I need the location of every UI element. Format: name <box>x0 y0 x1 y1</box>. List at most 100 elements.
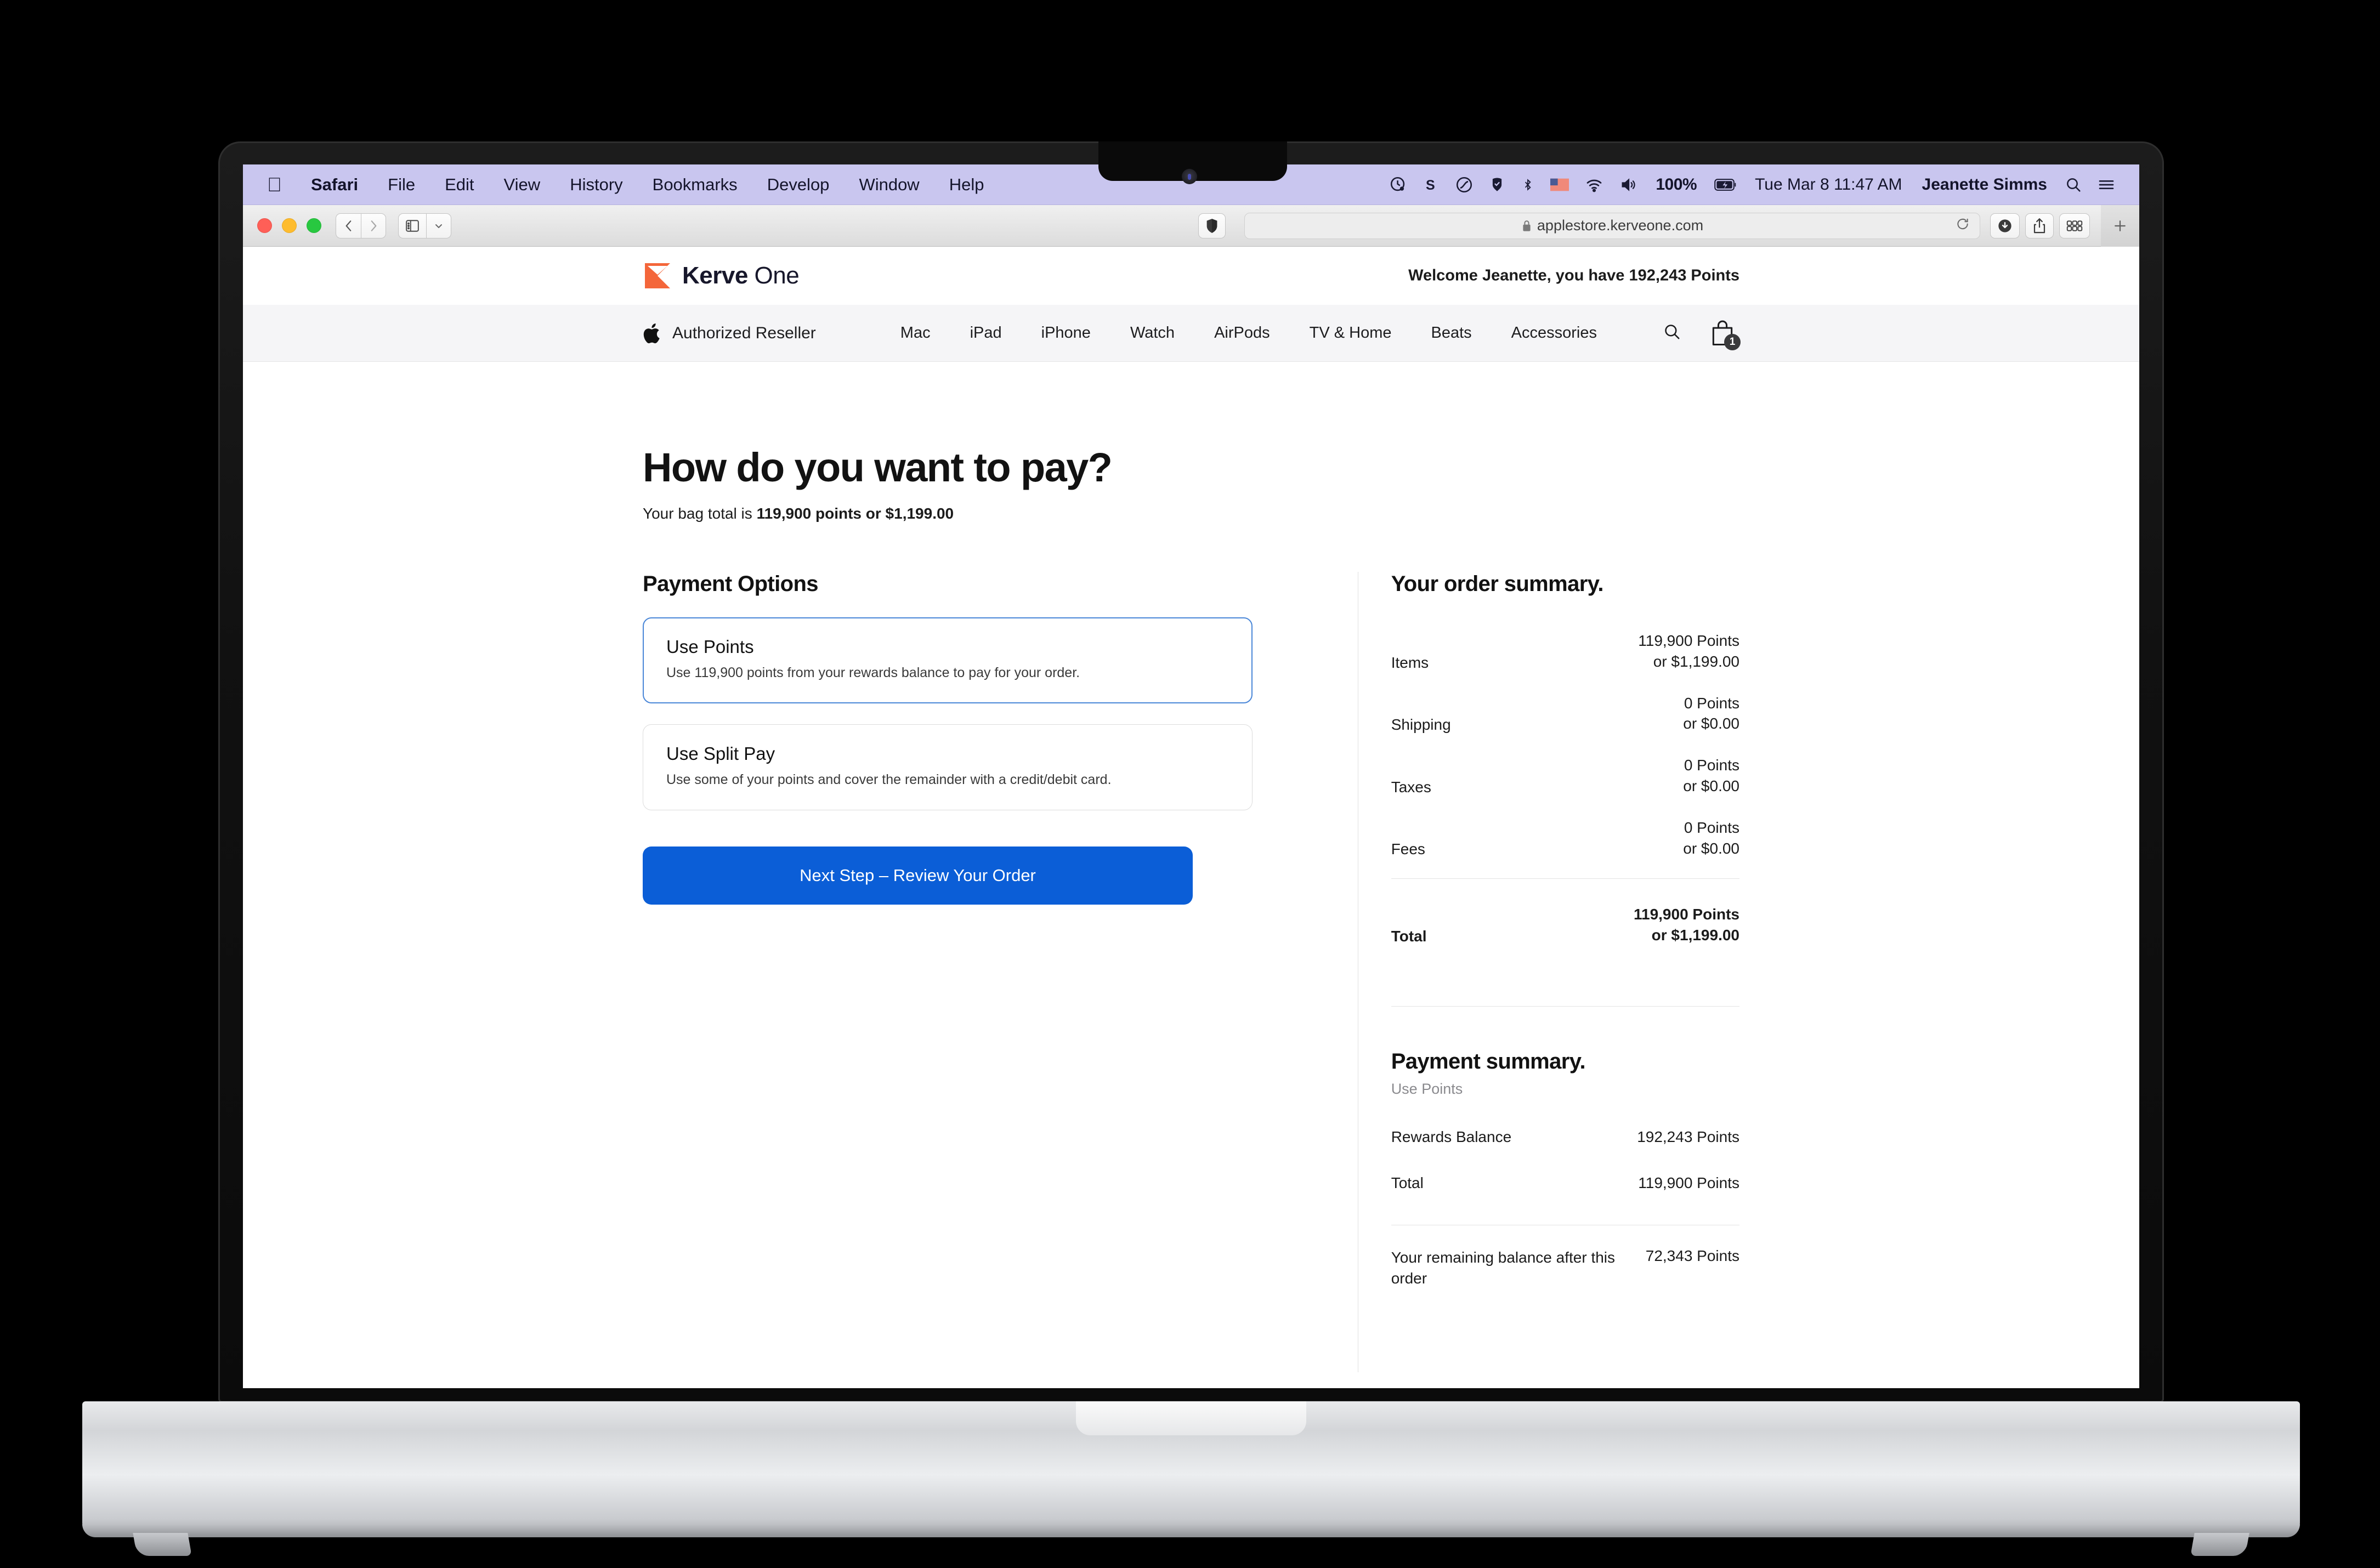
summary-row-taxes: Taxes 0 Points or $0.00 <box>1391 747 1739 810</box>
window-controls <box>257 218 321 233</box>
row-value: 192,243 Points <box>1637 1128 1739 1145</box>
option-title: Use Split Pay <box>666 743 775 764</box>
keyboard-flag-icon[interactable] <box>1543 178 1577 191</box>
site-header: Kerve One Welcome Jeanette, you have 192… <box>243 247 2139 305</box>
address-bar[interactable]: applestore.kerveone.com <box>1244 212 1980 239</box>
battery-charging-icon[interactable] <box>1707 177 1745 192</box>
nav-item-tv-home[interactable]: TV & Home <box>1290 324 1412 342</box>
menu-item-view[interactable]: View <box>489 175 556 195</box>
nav-item-accessories[interactable]: Accessories <box>1492 324 1617 342</box>
dropbox-icon[interactable] <box>1481 175 1513 194</box>
row-value: 119,900 Points or $1,199.00 <box>1633 906 1739 944</box>
nav-item-beats[interactable]: Beats <box>1411 324 1491 342</box>
search-icon[interactable] <box>2057 176 2090 194</box>
menu-item-window[interactable]: Window <box>844 175 934 195</box>
close-window-button[interactable] <box>257 218 272 233</box>
volume-icon[interactable] <box>1612 175 1646 194</box>
brand-name: Kerve One <box>682 262 800 289</box>
kerve-hourglass-logo <box>643 261 672 291</box>
payment-options-column: Payment Options Use Points Use 119,900 p… <box>643 572 1253 905</box>
safari-toolbar: applestore.kerveone.com <box>243 204 2139 247</box>
shopping-bag-icon[interactable]: 1 <box>1710 320 1741 350</box>
row-value: 72,343 Points <box>1645 1247 1739 1264</box>
payment-row-rewards-balance: Rewards Balance 192,243 Points <box>1391 1114 1739 1160</box>
menu-item-safari[interactable]: Safari <box>296 175 373 195</box>
menu-bar-status-area: S 100% Tue Mar 8 11:47 AM Jeanette Simms <box>1381 164 2123 205</box>
apple-logo-icon[interactable]:  <box>262 174 296 195</box>
payment-summary-title: Payment summary. <box>1391 1049 1586 1073</box>
option-title: Use Points <box>666 637 754 657</box>
screen-time-icon[interactable] <box>1381 175 1415 194</box>
svg-text:S: S <box>1426 178 1435 193</box>
nav-item-iphone[interactable]: iPhone <box>1022 324 1110 342</box>
menu-item-edit[interactable]: Edit <box>430 175 489 195</box>
order-summary-column: Your order summary. Items 119,900 Points… <box>1358 572 1739 1303</box>
zoom-window-button[interactable] <box>307 218 321 233</box>
back-button[interactable] <box>336 213 361 238</box>
nav-links: Mac iPad iPhone Watch AirPods TV & Home … <box>881 324 1617 342</box>
menu-item-file[interactable]: File <box>373 175 430 195</box>
site-navigation: Authorized Reseller Mac iPad iPhone Watc… <box>243 305 2139 362</box>
main-content: How do you want to pay? Your bag total i… <box>243 362 2139 1372</box>
bag-total-line: Your bag total is 119,900 points or $1,1… <box>643 505 1739 522</box>
bag-total-prefix: Your bag total is <box>643 505 757 522</box>
menu-bar-clock[interactable]: Tue Mar 8 11:47 AM <box>1745 175 1912 194</box>
menu-bar-user[interactable]: Jeanette Simms <box>1912 175 2057 194</box>
payment-row-remaining-balance: Your remaining balance after this order … <box>1391 1225 1739 1303</box>
nav-item-watch[interactable]: Watch <box>1110 324 1194 342</box>
laptop-base <box>82 1401 2300 1535</box>
menu-item-bookmarks[interactable]: Bookmarks <box>638 175 752 195</box>
menu-item-develop[interactable]: Develop <box>752 175 845 195</box>
search-icon[interactable] <box>1663 322 1681 344</box>
lock-icon <box>1521 219 1532 232</box>
row-label: Rewards Balance <box>1391 1128 1512 1145</box>
menu-item-help[interactable]: Help <box>934 175 999 195</box>
row-label: Total <box>1391 927 1427 945</box>
row-value: 0 Points or $0.00 <box>1683 757 1739 794</box>
nav-item-ipad[interactable]: iPad <box>950 324 1022 342</box>
new-tab-button[interactable] <box>2101 204 2139 247</box>
row-label: Taxes <box>1391 778 1431 796</box>
authorized-reseller-badge: Authorized Reseller <box>643 321 816 346</box>
nav-item-mac[interactable]: Mac <box>881 324 950 342</box>
tab-overview-icon[interactable] <box>2059 213 2090 238</box>
bag-count-badge: 1 <box>1724 333 1741 350</box>
reseller-label: Authorized Reseller <box>672 323 816 342</box>
payment-summary-section: Payment summary. Use Points Rewards Bala… <box>1391 1049 1739 1303</box>
summary-row-shipping: Shipping 0 Points or $0.00 <box>1391 685 1739 748</box>
forward-button[interactable] <box>361 213 386 238</box>
next-step-button[interactable]: Next Step – Review Your Order <box>643 847 1193 905</box>
two-column-layout: Payment Options Use Points Use 119,900 p… <box>643 572 1739 1372</box>
payment-option-use-points[interactable]: Use Points Use 119,900 points from your … <box>643 617 1253 703</box>
nav-item-airpods[interactable]: AirPods <box>1194 324 1290 342</box>
payment-option-use-split-pay[interactable]: Use Split Pay Use some of your points an… <box>643 724 1253 810</box>
control-center-icon[interactable] <box>2090 176 2123 194</box>
wifi-icon[interactable] <box>1577 175 1612 194</box>
chevron-down-icon[interactable] <box>426 213 451 238</box>
screenshot-stage:  Safari File Edit View History Bookmark… <box>0 0 2380 1568</box>
reload-icon[interactable] <box>1956 217 1970 235</box>
handoff-icon[interactable] <box>1447 175 1481 194</box>
sidebar-icon[interactable] <box>398 213 426 238</box>
row-value: 119,900 Points or $1,199.00 <box>1638 632 1739 670</box>
download-icon[interactable] <box>1990 213 2020 238</box>
summary-row-fees: Fees 0 Points or $0.00 <box>1391 810 1739 872</box>
row-label: Items <box>1391 654 1429 671</box>
brand-logo[interactable]: Kerve One <box>643 261 800 291</box>
privacy-shield-icon[interactable] <box>1198 213 1226 238</box>
share-icon[interactable] <box>2025 213 2054 238</box>
laptop-foot-right <box>2190 1533 2249 1556</box>
minimize-window-button[interactable] <box>282 218 297 233</box>
summary-row-total: Total 119,900 Points or $1,199.00 <box>1391 879 1739 959</box>
row-value: 0 Points or $0.00 <box>1683 694 1739 732</box>
menu-bar-left:  Safari File Edit View History Bookmark… <box>262 174 999 195</box>
row-label: Fees <box>1391 840 1425 858</box>
shortcuts-icon[interactable]: S <box>1415 175 1447 194</box>
bluetooth-icon[interactable] <box>1513 175 1543 194</box>
bag-total-value: 119,900 points or $1,199.00 <box>756 505 954 522</box>
laptop-screen:  Safari File Edit View History Bookmark… <box>243 164 2139 1388</box>
web-page: Kerve One Welcome Jeanette, you have 192… <box>243 247 2139 1388</box>
payment-options-title: Payment Options <box>643 572 819 596</box>
nav-actions: 1 <box>1663 320 1741 350</box>
menu-item-history[interactable]: History <box>555 175 637 195</box>
